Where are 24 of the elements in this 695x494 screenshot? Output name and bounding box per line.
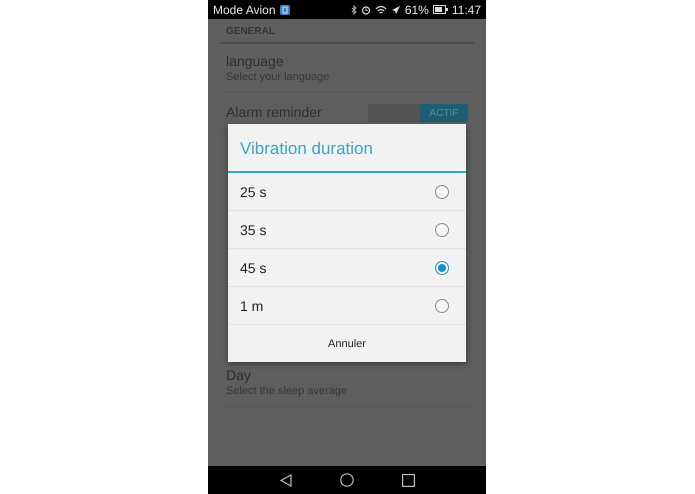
option-row[interactable]: 45 s <box>228 249 466 287</box>
recents-icon[interactable] <box>402 474 414 486</box>
dialog-title: Vibration duration <box>228 124 466 173</box>
radio-button[interactable] <box>435 298 449 312</box>
battery-percent: 61% <box>404 2 429 16</box>
option-label: 45 s <box>240 260 266 276</box>
radio-button[interactable] <box>435 260 449 274</box>
bluetooth-icon <box>350 4 357 14</box>
wifi-icon <box>374 4 387 14</box>
home-icon[interactable] <box>340 473 354 487</box>
option-row[interactable]: 25 s <box>228 173 466 211</box>
back-icon[interactable] <box>280 474 292 486</box>
status-text: Mode Avion <box>213 2 276 16</box>
radio-button[interactable] <box>435 184 449 198</box>
radio-button[interactable] <box>435 222 449 236</box>
notification-icon <box>280 4 290 14</box>
option-label: 35 s <box>240 222 266 238</box>
battery-icon <box>432 5 448 14</box>
clock-time: 11:47 <box>452 2 481 16</box>
alarm-icon <box>360 4 371 14</box>
option-label: 1 m <box>240 298 264 314</box>
option-row[interactable]: 35 s <box>228 211 466 249</box>
cancel-button[interactable]: Annuler <box>228 325 466 362</box>
option-label: 25 s <box>240 184 266 200</box>
